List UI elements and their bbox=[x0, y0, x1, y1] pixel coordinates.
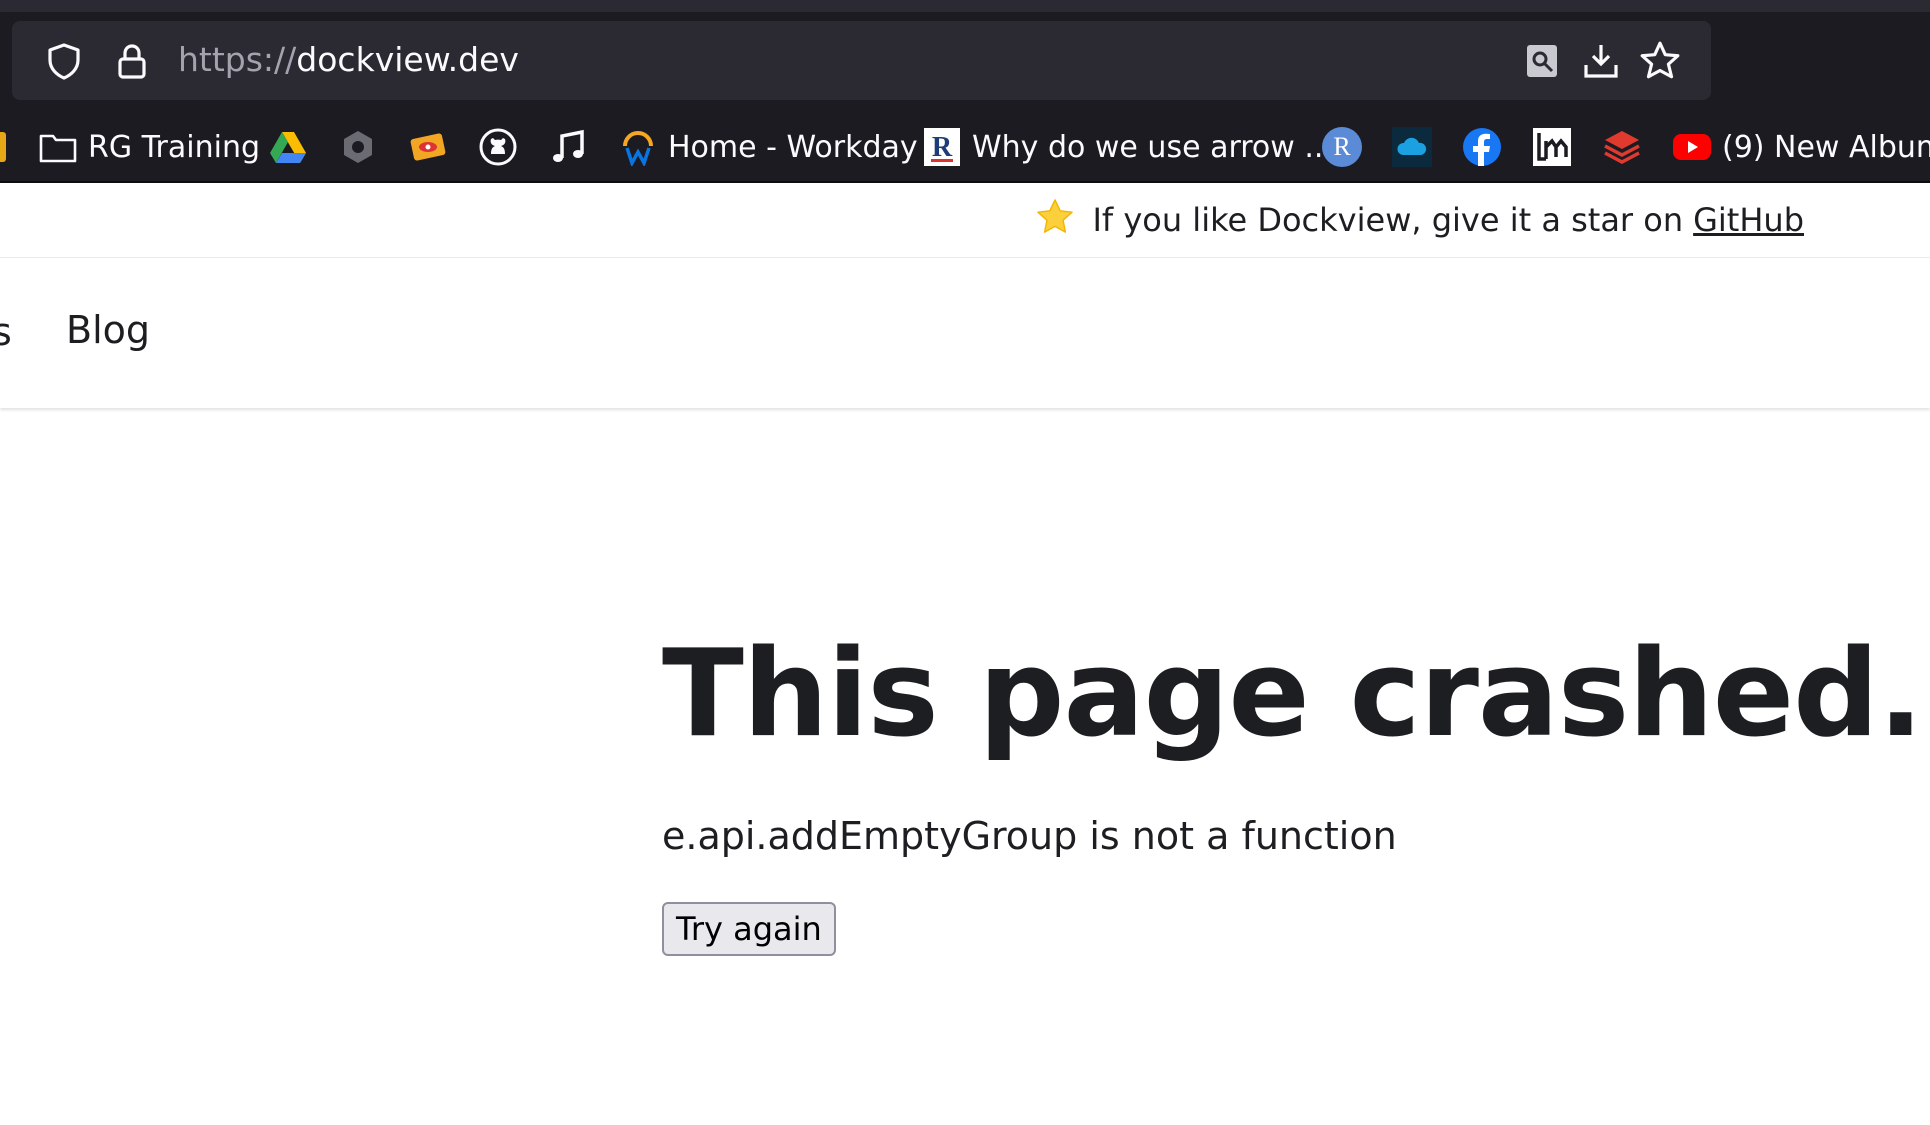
bookmark-rg-training[interactable]: RG Training bbox=[38, 116, 260, 178]
workday-icon bbox=[618, 127, 658, 167]
r-bloggers-icon: R bbox=[922, 127, 962, 167]
download-icon[interactable] bbox=[1579, 39, 1623, 83]
banner-content: If you like Dockview, give it a star on … bbox=[1036, 183, 1804, 257]
browser-chrome: https://dockview.dev RG Training Home - … bbox=[0, 0, 1930, 183]
nav-item-blog[interactable]: Blog bbox=[66, 308, 150, 352]
stack-layers-icon bbox=[1602, 127, 1642, 167]
github-link[interactable]: GitHub bbox=[1693, 201, 1804, 239]
bookmark-ticket[interactable] bbox=[408, 116, 448, 178]
announcement-banner: If you like Dockview, give it a star on … bbox=[0, 183, 1930, 258]
address-bar[interactable]: https://dockview.dev bbox=[12, 21, 1711, 100]
reader-view-icon[interactable] bbox=[1520, 39, 1564, 83]
bookmark-facebook[interactable] bbox=[1462, 116, 1502, 178]
url-host: dockview.dev bbox=[296, 40, 519, 79]
bookmark-r-bloggers[interactable]: R Why do we use arrow ... bbox=[922, 116, 1333, 178]
try-again-button[interactable]: Try again bbox=[662, 902, 836, 956]
bookmark-label: RG Training bbox=[88, 129, 261, 165]
url-scheme: https:// bbox=[178, 40, 297, 79]
crash-title: This page crashed. bbox=[662, 625, 1924, 764]
banner-text: If you like Dockview, give it a star on bbox=[1092, 201, 1684, 239]
bookmark-r-avatar[interactable]: R bbox=[1322, 116, 1362, 178]
tab-strip bbox=[0, 0, 1930, 12]
url-text[interactable]: https://dockview.dev bbox=[178, 38, 519, 82]
bookmark-star-icon[interactable] bbox=[1638, 39, 1682, 83]
bookmarks-toolbar: RG Training Home - Workday R Why do we u… bbox=[0, 116, 1930, 178]
um-logo-icon bbox=[1532, 127, 1572, 167]
hexagon-extension-icon bbox=[338, 127, 378, 167]
bookmark-music[interactable] bbox=[548, 116, 588, 178]
bookmark-stack[interactable] bbox=[1602, 116, 1642, 178]
nav-item-partial[interactable]: s bbox=[0, 310, 12, 354]
error-message: e.api.addEmptyGroup is not a function bbox=[662, 814, 1397, 858]
facebook-icon bbox=[1462, 127, 1502, 167]
site-navbar: s Blog bbox=[0, 258, 1930, 408]
github-icon bbox=[478, 127, 518, 167]
bookmark-youtube[interactable]: (9) New Album bbox=[1672, 116, 1930, 178]
google-drive-icon bbox=[268, 127, 308, 167]
bookmark-google-drive[interactable] bbox=[268, 116, 308, 178]
bookmark-hexagon[interactable] bbox=[338, 116, 378, 178]
r-avatar-icon: R bbox=[1322, 127, 1362, 167]
lock-icon[interactable] bbox=[110, 39, 154, 83]
shield-icon[interactable] bbox=[42, 39, 86, 83]
youtube-icon bbox=[1672, 127, 1712, 167]
onedrive-cloud-icon bbox=[1392, 127, 1432, 167]
bookmark-label: Home - Workday bbox=[668, 129, 918, 165]
bookmark-onedrive[interactable] bbox=[1392, 116, 1432, 178]
bookmark-cutoff[interactable] bbox=[0, 116, 6, 178]
folder-icon bbox=[38, 127, 78, 167]
crash-container: This page crashed. e.api.addEmptyGroup i… bbox=[662, 620, 1924, 956]
bookmark-github[interactable] bbox=[478, 116, 518, 178]
bookmark-label: (9) New Album bbox=[1722, 129, 1930, 165]
ticket-eye-icon bbox=[408, 127, 448, 167]
cutoff-bookmark-icon bbox=[0, 132, 6, 162]
star-icon bbox=[1036, 198, 1074, 242]
music-note-icon bbox=[548, 127, 588, 167]
svg-text:R: R bbox=[932, 132, 953, 163]
bookmark-workday[interactable]: Home - Workday bbox=[618, 116, 918, 178]
bookmark-um[interactable] bbox=[1532, 116, 1572, 178]
bookmark-label: Why do we use arrow ... bbox=[972, 129, 1333, 165]
